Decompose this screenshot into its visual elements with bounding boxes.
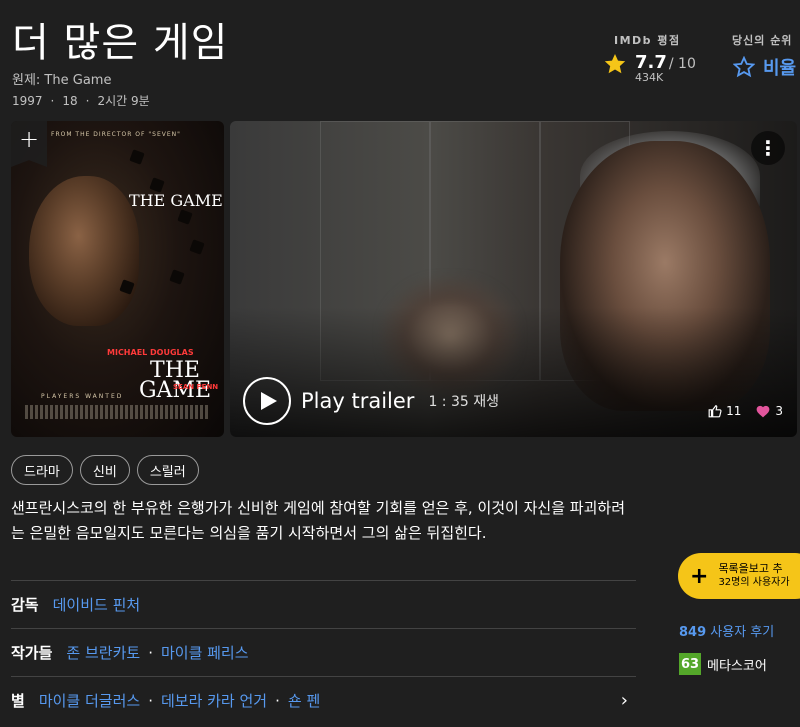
trailer-duration: 1 : 35 재생 (428, 394, 499, 410)
imdb-rating-label: IMDb 평점 (614, 34, 681, 47)
trailer-video[interactable]: ⋮ Play trailer 1 : 35 재생 11 3 (230, 121, 797, 437)
poster-tagline: FROM THE DIRECTOR OF "SEVEN" (51, 131, 181, 138)
watchlist-sub: 32명의 사용자가 (718, 577, 790, 588)
rating-max: / 10 (668, 56, 696, 72)
title-meta: 1997 · 18 · 2시간 9분 (12, 92, 150, 109)
rate-button[interactable]: 비율 (733, 54, 796, 80)
genre-chip-thriller[interactable]: 스릴러 (136, 455, 199, 485)
writers-label[interactable]: 작가들 (11, 642, 52, 663)
watchlist-label: 목록을보고 추 (718, 562, 783, 575)
star-outline-icon (733, 56, 755, 78)
page-title: 더 많은 게임 (12, 20, 229, 66)
age-rating[interactable]: 18 (62, 94, 77, 108)
genre-chips: 드라마 신비 스릴러 (11, 455, 199, 485)
heart-icon (756, 405, 770, 418)
credit-separator: · (148, 643, 153, 662)
user-reviews-link[interactable]: 849 사용자 후기 (679, 621, 774, 640)
credit-row-writers: 작가들 존 브란카토 · 마이클 페리스 (11, 628, 636, 676)
genre-chip-mystery[interactable]: 신비 (79, 455, 130, 485)
add-to-watchlist-ribbon[interactable]: + (11, 121, 47, 167)
credit-row-stars[interactable]: 별 마이클 더글러스 · 데보라 카라 언거 · 숀 펜 › (11, 676, 636, 724)
puzzle-piece (169, 269, 185, 285)
poster-credits (25, 405, 210, 419)
trailer-reactions: 11 3 (708, 404, 783, 418)
metascore-badge: 63 (679, 653, 701, 675)
puzzle-piece (177, 209, 193, 225)
plus-icon: + (18, 125, 40, 153)
reviews-count: 849 (679, 625, 707, 640)
like-count: 11 (726, 404, 742, 418)
heart-count: 3 (775, 404, 783, 418)
rating-value: 7.7 (635, 52, 667, 73)
imdb-rating[interactable]: 7.7/ 10 434K (603, 52, 696, 84)
chevron-right-icon[interactable]: › (621, 690, 628, 711)
love-reaction[interactable]: 3 (755, 404, 783, 418)
like-reaction[interactable]: 11 (708, 404, 741, 418)
runtime: 2시간 9분 (97, 94, 150, 108)
credit-row-director: 감독 데이비드 핀처 (11, 580, 636, 628)
writer-link[interactable]: 존 브란카토 (66, 642, 140, 663)
meta-separator: · (50, 93, 55, 108)
star-link[interactable]: 숀 펜 (288, 690, 320, 711)
credit-separator: · (275, 691, 280, 710)
poster-title: THE GAME (129, 191, 223, 210)
poster-title-bottom: THE GAME (138, 358, 212, 403)
genre-chip-drama[interactable]: 드라마 (11, 455, 73, 485)
poster-face (29, 176, 139, 326)
writer-link[interactable]: 마이클 페리스 (161, 642, 249, 663)
reviews-label: 사용자 후기 (710, 625, 775, 640)
release-year[interactable]: 1997 (12, 94, 43, 108)
star-icon (604, 54, 626, 74)
director-link[interactable]: 데이비드 핀처 (53, 594, 141, 615)
poster-image[interactable]: FROM THE DIRECTOR OF "SEVEN" THE GAME MI… (11, 121, 224, 437)
more-options-icon[interactable]: ⋮ (751, 131, 785, 165)
meta-separator: · (85, 93, 90, 108)
plot-summary: 샌프란시스코의 한 부유한 은행가가 신비한 게임에 참여할 기회를 얻은 후,… (11, 499, 625, 542)
puzzle-piece (189, 239, 205, 255)
star-link[interactable]: 마이클 더글러스 (39, 690, 140, 711)
add-to-watchlist-button[interactable]: + 목록을보고 추 32명의 사용자가 (678, 553, 800, 599)
thumbs-up-icon (708, 405, 722, 418)
director-label[interactable]: 감독 (11, 594, 39, 615)
rating-count: 434K (635, 71, 664, 84)
plus-icon: + (690, 563, 709, 589)
stars-label[interactable]: 별 (11, 690, 25, 711)
puzzle-piece (129, 149, 145, 165)
original-title: 원제: The Game (12, 73, 112, 88)
metascore-label: 메타스코어 (707, 658, 767, 674)
credit-separator: · (148, 691, 153, 710)
star-link[interactable]: 데보라 카라 언거 (161, 690, 267, 711)
metascore-link[interactable]: 63 메타스코어 (679, 653, 767, 675)
play-icon (243, 377, 291, 425)
your-rating-label: 당신의 순위 (732, 34, 793, 47)
rate-label: 비율 (763, 58, 797, 79)
play-trailer-label: Play trailer (301, 389, 415, 413)
play-trailer-button[interactable]: Play trailer 1 : 35 재생 (243, 377, 499, 425)
poster-footer: PLAYERS WANTED (41, 393, 124, 400)
poster-actor: SEAN PENN (173, 383, 219, 391)
poster-actor: MICHAEL DOUGLAS (107, 348, 194, 357)
